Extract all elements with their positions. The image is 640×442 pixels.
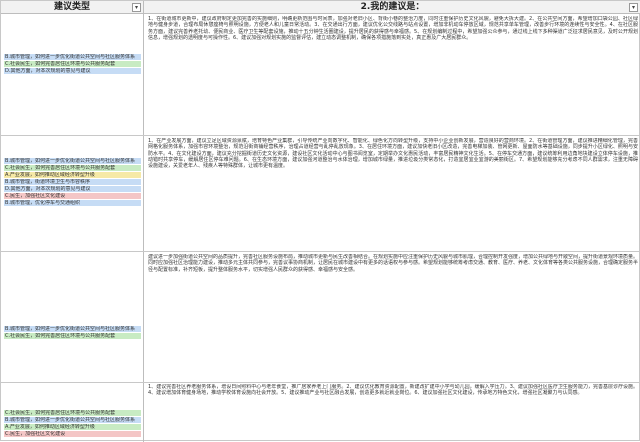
category-tag: B.城市管理，如何进一步优化街道公共空间与社区服务体系 <box>4 326 141 332</box>
category-tag: A.产业发展，如何推动区域经济转型升级 <box>4 424 141 430</box>
suggestion-text-cell[interactable]: 建议进一步加强街道公共空间的品质提升，完善社区服务设施布局，推动城市更新与民生改… <box>148 254 638 380</box>
category-tag: D.其他方面，对本次规划的意见与建议 <box>4 68 141 74</box>
column-header-label: 2.我的建议是： <box>360 2 425 12</box>
suggestion-text-cell[interactable]: 1、在街道城市更新中，建议政府制定更加完善的实施细则，明确更新范围与时间表，加强… <box>148 16 638 134</box>
tag-group: B.城市管理，如何进一步优化街道公共空间与社区服务体系 C.社会民生，如何完善居… <box>4 158 141 207</box>
tag-group: C.社会民生，如何完善居住区环境与公共服务配套 B.城市管理，如何进一步优化街道… <box>4 410 141 438</box>
filter-dropdown-icon[interactable]: ▾ <box>132 3 141 12</box>
row-divider <box>1 382 640 383</box>
column-header-label: 建议类型 <box>53 2 90 12</box>
row-divider <box>1 135 640 136</box>
column-header-my-suggestion[interactable]: 2.我的建议是： ▾ <box>144 1 640 14</box>
category-tag: B.城市管理，如何进一步优化街道公共空间与社区服务体系 <box>4 417 141 423</box>
column-header-suggestion-type[interactable]: 建议类型 ▾ <box>1 1 144 14</box>
category-tag: B.城市管理，如何进一步优化街道公共空间与社区服务体系 <box>4 54 141 60</box>
suggestion-text-cell[interactable]: 1、建议完善社区养老服务体系，增设日间照料中心与老年食堂，推广居家养老上门服务。… <box>148 384 638 440</box>
category-tag: B.城市管理，优化停车与交通组织 <box>4 200 141 206</box>
filter-dropdown-icon[interactable]: ▾ <box>629 3 638 12</box>
category-tag: B.城市管理，如何进一步优化街道公共空间与社区服务体系 <box>4 158 141 164</box>
suggestion-text-cell[interactable]: 1、在产业发展方面，建议立足区域资源禀赋，培育特色产业集群，引导传统产业向数字化… <box>148 138 638 250</box>
category-tag: C.社会民生，如何完善居住区环境与公共服务配套 <box>4 61 141 67</box>
spreadsheet-table: 建议类型 ▾ 2.我的建议是： ▾ B.城市管理，如何进一步优化街道公共空间与社… <box>0 0 640 442</box>
category-tag: A.产业发展，如何推动区域经济转型升级 <box>4 172 141 178</box>
my-suggestion-column: 1、在街道城市更新中，建议政府制定更加完善的实施细则，明确更新范围与时间表，加强… <box>144 14 640 442</box>
category-tag: C.社会民生，如何完善居住区环境与公共服务配套 <box>4 165 141 171</box>
category-tag: B.城市管理，街道环境卫生与市容秩序 <box>4 179 141 185</box>
row-divider <box>1 251 640 252</box>
suggestion-type-column: B.城市管理，如何进一步优化街道公共空间与社区服务体系 C.社会民生，如何完善居… <box>1 14 144 442</box>
tag-group: B.城市管理，如何进一步优化街道公共空间与社区服务体系 C.社会民生，如何完善居… <box>4 54 141 75</box>
category-tag: C.民生，加强社区文化建设 <box>4 193 141 199</box>
category-tag: C.社会民生，如何完善居住区环境与公共服务配套 <box>4 410 141 416</box>
tag-group: B.城市管理，如何进一步优化街道公共空间与社区服务体系 C.社会民生，如何完善居… <box>4 326 141 340</box>
category-tag: D.其他方面，对本次规划的意见与建议 <box>4 186 141 192</box>
category-tag: C.社会民生，如何完善居住区环境与公共服务配套 <box>4 333 141 339</box>
category-tag: C.民生，加强社区文化建设 <box>4 431 141 437</box>
